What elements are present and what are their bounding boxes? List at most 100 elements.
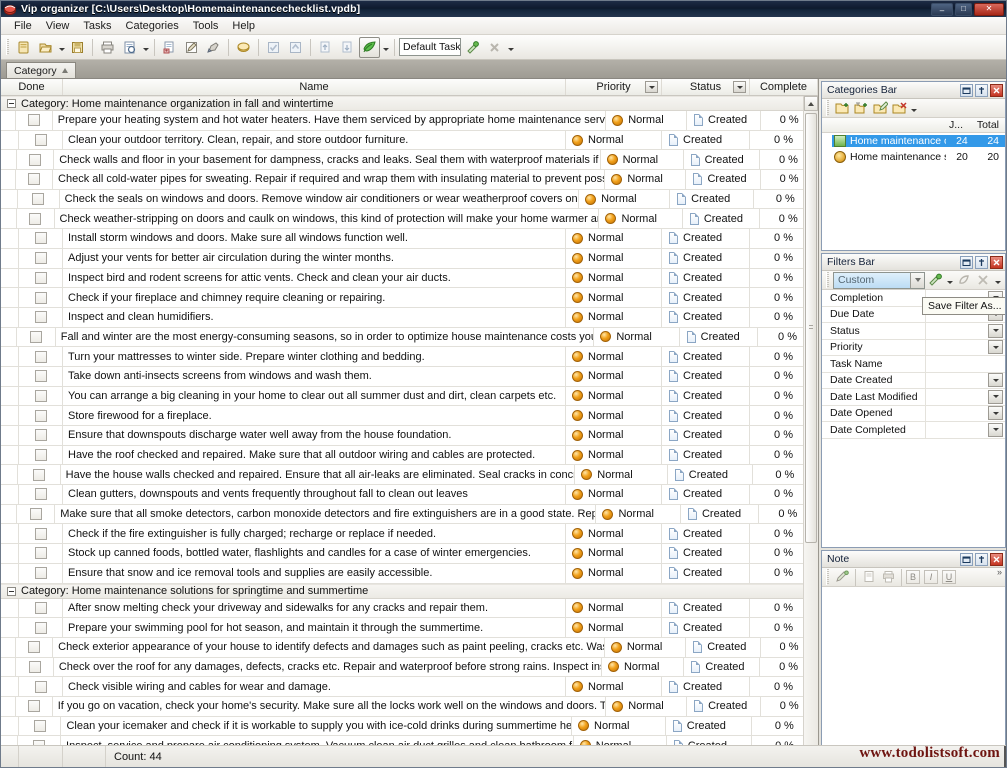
task-status-cell[interactable]: Created	[662, 229, 750, 248]
task-name-cell[interactable]: Turn your mattresses to winter side. Pre…	[63, 347, 566, 366]
task-priority-cell[interactable]: Normal	[605, 637, 687, 657]
filter-dropdown-button[interactable]	[988, 323, 1003, 338]
task-status-cell[interactable]: Created	[662, 618, 750, 637]
task-done-checkbox[interactable]	[29, 508, 42, 521]
task-done-cell[interactable]	[19, 524, 63, 544]
task-name-cell[interactable]: Fall and winter are the most energy-cons…	[56, 327, 595, 347]
column-header-done[interactable]: Done	[1, 79, 63, 95]
category-group-row[interactable]: Category: Home maintenance organization …	[1, 96, 818, 111]
task-row[interactable]: Prepare your heating system and hot wate…	[1, 111, 818, 131]
column-header-priority[interactable]: Priority	[566, 79, 662, 95]
task-done-checkbox[interactable]	[34, 271, 47, 284]
task-row[interactable]: Clean your icemaker and check if it is w…	[1, 716, 818, 737]
task-priority-cell[interactable]: Normal	[566, 677, 662, 696]
filters-toolbar-grip[interactable]	[826, 272, 829, 288]
task-done-checkbox[interactable]	[34, 567, 47, 580]
bold-icon[interactable]: B	[906, 570, 920, 584]
task-done-checkbox[interactable]	[28, 153, 41, 166]
task-status-cell[interactable]: Created	[687, 111, 762, 130]
minimize-button[interactable]: –	[931, 2, 953, 16]
task-name-cell[interactable]: Clean your icemaker and check if it is w…	[61, 716, 573, 736]
delete-filter-icon[interactable]	[974, 272, 992, 289]
task-status-cell[interactable]: Created	[686, 170, 762, 189]
task-name-cell[interactable]: Store firewood for a fireplace.	[63, 406, 566, 425]
categories-bar-close-button[interactable]	[990, 83, 1003, 97]
task-priority-cell[interactable]: Normal	[566, 347, 662, 366]
filter-value-field[interactable]	[925, 339, 1005, 355]
task-row[interactable]: Have the house walls checked and repaire…	[1, 465, 818, 486]
task-template-combo[interactable]: Default Task	[399, 38, 461, 56]
filter-row[interactable]: Date Last Modified	[822, 389, 1005, 406]
task-name-cell[interactable]: Check walls and floor in your basement f…	[54, 150, 601, 170]
task-priority-cell[interactable]: Normal	[566, 366, 662, 386]
task-done-cell[interactable]	[19, 618, 63, 637]
sort-ascending-icon[interactable]	[61, 68, 68, 73]
task-priority-cell[interactable]: Normal	[575, 465, 668, 485]
task-priority-cell[interactable]: Normal	[566, 307, 662, 327]
task-status-cell[interactable]: Created	[684, 657, 761, 677]
task-done-checkbox[interactable]	[27, 114, 40, 127]
apply-template-icon[interactable]	[462, 37, 483, 58]
group-expander-icon[interactable]	[7, 99, 16, 108]
task-name-cell[interactable]: Check the seals on windows and doors. Re…	[60, 189, 580, 209]
task-status-cell[interactable]: Created	[683, 209, 760, 229]
task-done-cell[interactable]	[19, 268, 63, 288]
task-status-cell[interactable]: Created	[662, 347, 750, 366]
task-status-cell[interactable]: Created	[662, 248, 750, 268]
delete-category-icon[interactable]	[890, 100, 908, 117]
task-status-cell[interactable]: Created	[662, 406, 750, 425]
task-row[interactable]: Check walls and floor in your basement f…	[1, 150, 818, 171]
menu-categories[interactable]: Categories	[119, 18, 186, 34]
task-done-checkbox[interactable]	[34, 409, 47, 422]
task-done-cell[interactable]	[17, 327, 56, 347]
task-done-cell[interactable]	[19, 716, 62, 736]
column-header-name[interactable]: Name	[63, 79, 566, 95]
categories-toolbar-grip[interactable]	[826, 100, 829, 116]
task-name-cell[interactable]: Inspect bird and rodent screens for atti…	[63, 268, 566, 288]
task-done-cell[interactable]	[19, 445, 63, 465]
task-priority-cell[interactable]: Normal	[606, 111, 688, 130]
task-done-checkbox[interactable]	[34, 488, 47, 501]
delete-task-icon[interactable]	[203, 37, 224, 58]
save-filter-dropdown[interactable]	[945, 270, 954, 291]
task-status-cell[interactable]: Created	[662, 445, 750, 465]
print-dropdown[interactable]	[141, 37, 150, 58]
task-done-checkbox[interactable]	[34, 370, 47, 383]
task-done-checkbox[interactable]	[28, 173, 41, 186]
task-row[interactable]: Make sure that all smoke detectors, carb…	[1, 504, 818, 525]
filters-bar-autohide-button[interactable]	[975, 255, 988, 269]
task-done-cell[interactable]	[16, 111, 53, 130]
menu-help[interactable]: Help	[225, 18, 262, 34]
mark-complete-icon[interactable]	[263, 37, 284, 58]
task-row[interactable]: Prepare your swimming pool for hot seaso…	[1, 618, 818, 638]
task-status-cell[interactable]: Created	[662, 598, 750, 618]
task-priority-cell[interactable]: Normal	[566, 229, 662, 248]
task-priority-cell[interactable]: Normal	[566, 544, 662, 563]
task-priority-cell[interactable]: Normal	[566, 248, 662, 268]
task-done-checkbox[interactable]	[34, 680, 47, 693]
note-text-area[interactable]	[822, 587, 1005, 766]
task-row[interactable]: Inspect bird and rodent screens for atti…	[1, 268, 818, 289]
filter-preset-dropdown-arrow[interactable]	[910, 272, 924, 288]
category-tree-item[interactable]: Home maintenance solut 20 20	[822, 149, 1005, 165]
task-status-cell[interactable]: Created	[662, 563, 750, 583]
task-done-cell[interactable]	[19, 248, 63, 268]
task-row[interactable]: Check if the fire extinguisher is fully …	[1, 524, 818, 545]
task-done-cell[interactable]	[19, 406, 63, 425]
task-status-cell[interactable]: Created	[684, 150, 760, 170]
task-status-cell[interactable]: Created	[666, 716, 752, 736]
task-done-cell[interactable]	[19, 677, 63, 696]
task-done-cell[interactable]	[18, 465, 61, 485]
task-status-cell[interactable]: Created	[670, 189, 754, 209]
task-done-cell[interactable]	[19, 307, 63, 327]
task-row[interactable]: Turn your mattresses to winter side. Pre…	[1, 347, 818, 367]
menu-view[interactable]: View	[39, 18, 77, 34]
filter-row[interactable]: Date Opened	[822, 405, 1005, 422]
task-priority-cell[interactable]: Normal	[566, 288, 662, 307]
clear-filter-icon[interactable]	[955, 272, 973, 289]
task-done-checkbox[interactable]	[34, 527, 47, 540]
task-status-cell[interactable]: Created	[662, 307, 750, 327]
task-done-checkbox[interactable]	[34, 252, 47, 265]
task-row[interactable]: Store firewood for a fireplace. Normal Cre…	[1, 406, 818, 426]
task-done-checkbox[interactable]	[34, 389, 47, 402]
